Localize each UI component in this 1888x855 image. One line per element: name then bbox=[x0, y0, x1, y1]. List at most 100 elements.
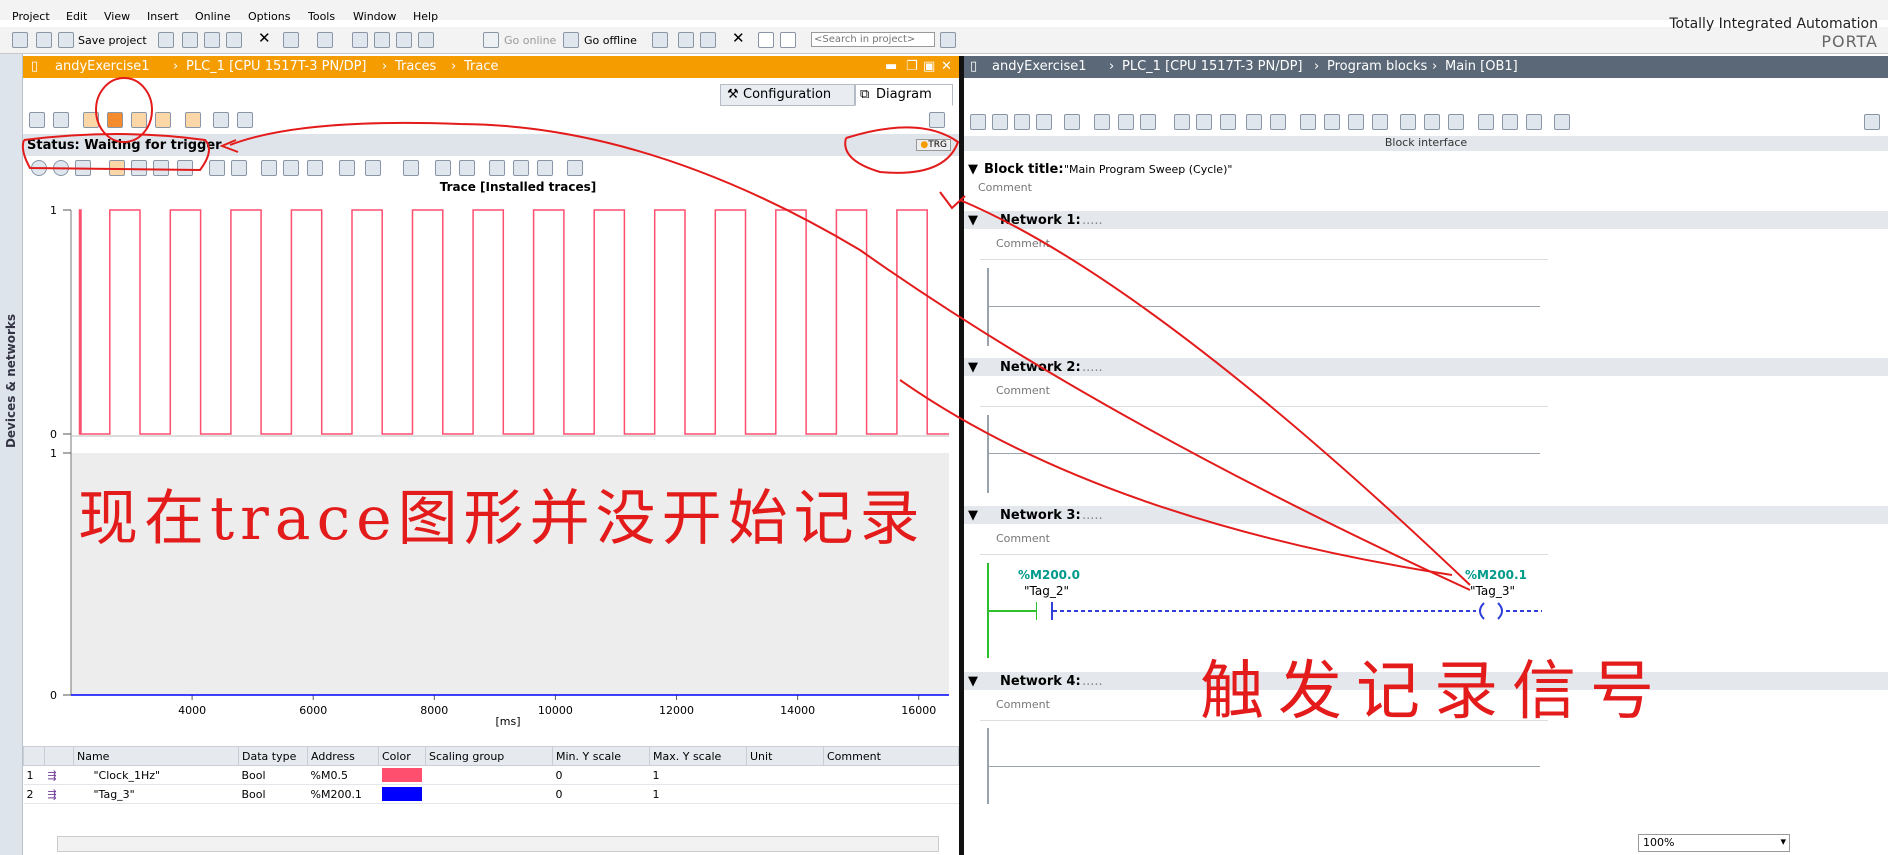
breadcrumb-program-blocks[interactable]: Program blocks bbox=[1327, 59, 1427, 74]
delete-icon[interactable]: ✕ bbox=[258, 29, 271, 47]
favorites-icon[interactable] bbox=[1270, 114, 1286, 130]
close-icon[interactable]: ✕ bbox=[732, 29, 745, 47]
paste-icon[interactable] bbox=[226, 32, 242, 48]
breadcrumb-traces[interactable]: Traces bbox=[395, 59, 436, 74]
ladder-rung-3[interactable] bbox=[1036, 600, 1556, 622]
coil-address[interactable]: %M200.1 bbox=[1465, 568, 1527, 582]
breadcrumb-main[interactable]: Main [OB1] bbox=[1445, 59, 1518, 74]
breadcrumb-project[interactable]: andyExercise1 bbox=[55, 59, 150, 74]
signal-scaling[interactable] bbox=[425, 784, 553, 804]
devices-networks-strip[interactable]: Devices & networks bbox=[0, 54, 23, 855]
cursor-vertical-icon[interactable] bbox=[435, 160, 451, 176]
network-4-comment[interactable]: Comment bbox=[996, 698, 1050, 711]
col-unit[interactable]: Unit bbox=[746, 746, 824, 766]
cursor-horizontal-icon[interactable] bbox=[459, 160, 475, 176]
print-icon[interactable] bbox=[158, 32, 174, 48]
coil-tag-name[interactable]: "Tag_3" bbox=[1470, 584, 1515, 598]
pan-hand-icon[interactable] bbox=[109, 160, 125, 176]
menu-help[interactable]: Help bbox=[413, 10, 438, 23]
add-measurement-icon[interactable] bbox=[213, 112, 229, 128]
copy-icon[interactable] bbox=[204, 32, 220, 48]
symbolic-icon[interactable] bbox=[1220, 114, 1236, 130]
col-min[interactable]: Min. Y scale bbox=[552, 746, 650, 766]
timescale-icon[interactable] bbox=[365, 160, 381, 176]
menu-window[interactable]: Window bbox=[353, 10, 396, 23]
network-1-header[interactable]: ▼ Network 1: ..... bbox=[964, 211, 1888, 229]
col-name[interactable]: Name bbox=[73, 746, 239, 766]
horizontal-scrollbar[interactable] bbox=[57, 836, 939, 852]
insert-branch-icon[interactable] bbox=[1014, 114, 1030, 130]
network-2-header[interactable]: ▼ Network 2: ..... bbox=[964, 358, 1888, 376]
coil-left-icon[interactable] bbox=[1479, 602, 1485, 620]
split-horizontal-icon[interactable] bbox=[758, 32, 774, 48]
restore-icon[interactable]: ❐ bbox=[906, 59, 918, 74]
network-list-icon[interactable] bbox=[1246, 114, 1262, 130]
add-measurement2-icon[interactable] bbox=[237, 112, 253, 128]
signal-type[interactable]: Bool bbox=[238, 765, 308, 785]
signal-scaling[interactable] bbox=[425, 765, 553, 785]
delete-network-icon[interactable] bbox=[992, 114, 1008, 130]
signal-min[interactable]: 0 bbox=[552, 784, 650, 804]
zoom-in-circle-icon[interactable] bbox=[53, 160, 69, 176]
vertical-zoom-icon[interactable] bbox=[177, 160, 193, 176]
tab-configuration[interactable]: ⚒ Configuration bbox=[720, 84, 855, 106]
menu-tools[interactable]: Tools bbox=[308, 10, 335, 23]
abs-operand-icon[interactable] bbox=[1196, 114, 1212, 130]
signal-max[interactable]: 1 bbox=[649, 765, 747, 785]
zoom-x-100-icon[interactable] bbox=[307, 160, 323, 176]
zoom-select[interactable]: 100% ▾ bbox=[1638, 834, 1790, 852]
collapse-icon[interactable]: ▼ bbox=[968, 508, 978, 523]
search-icon[interactable] bbox=[940, 32, 956, 48]
zoom-out-circle-icon[interactable] bbox=[31, 160, 47, 176]
zoom-in-icon[interactable] bbox=[209, 160, 225, 176]
simulation-icon[interactable] bbox=[418, 32, 434, 48]
signal-name[interactable]: "Clock_1Hz" bbox=[73, 765, 239, 785]
pin-icon[interactable]: ▯ bbox=[31, 59, 38, 74]
signal-address[interactable]: %M0.5 bbox=[307, 765, 379, 785]
accessible-devices-icon[interactable] bbox=[652, 32, 668, 48]
contact-tag-name[interactable]: "Tag_2" bbox=[1024, 584, 1069, 598]
activate-recording-icon[interactable] bbox=[83, 112, 99, 128]
tab-diagram[interactable]: ⧉ Diagram bbox=[855, 84, 953, 106]
split-vertical-icon[interactable] bbox=[780, 32, 796, 48]
minimize-icon[interactable]: ▬ bbox=[885, 59, 897, 74]
menu-project[interactable]: Project bbox=[12, 10, 50, 23]
collapse-icon[interactable]: ▼ bbox=[968, 162, 978, 177]
close-editor-icon[interactable]: ✕ bbox=[941, 59, 952, 74]
col-max[interactable]: Max. Y scale bbox=[649, 746, 747, 766]
monitor-icon[interactable] bbox=[1478, 114, 1494, 130]
signal-type[interactable]: Bool bbox=[238, 784, 308, 804]
col-datatype[interactable]: Data type bbox=[238, 746, 308, 766]
menu-online[interactable]: Online bbox=[195, 10, 230, 23]
transfer-to-device-icon[interactable] bbox=[29, 112, 45, 128]
save-icon[interactable] bbox=[58, 32, 74, 48]
monitor-on-icon[interactable] bbox=[131, 112, 147, 128]
go-to-icon[interactable] bbox=[1300, 114, 1316, 130]
undo-icon[interactable] bbox=[283, 32, 299, 48]
coil-icon[interactable] bbox=[1094, 114, 1110, 130]
call-hierarchy-icon[interactable] bbox=[1400, 114, 1416, 130]
signal-comment[interactable] bbox=[823, 765, 959, 785]
insert-network-icon[interactable] bbox=[970, 114, 986, 130]
network-3-comment[interactable]: Comment bbox=[996, 532, 1050, 545]
menu-insert[interactable]: Insert bbox=[147, 10, 179, 23]
redo-icon[interactable] bbox=[317, 32, 333, 48]
collapse-icon[interactable]: ▼ bbox=[968, 360, 978, 375]
open-project-icon[interactable] bbox=[36, 32, 52, 48]
breadcrumb-plc[interactable]: PLC_1 [CPU 1517T-3 PN/DP] bbox=[1122, 59, 1303, 74]
collapse-icon[interactable]: ▼ bbox=[968, 674, 978, 689]
uncomment-icon[interactable] bbox=[1372, 114, 1388, 130]
compare-icon[interactable] bbox=[1554, 114, 1570, 130]
box-icon[interactable] bbox=[1118, 114, 1134, 130]
signal-unit[interactable] bbox=[746, 784, 824, 804]
new-project-icon[interactable] bbox=[12, 32, 28, 48]
load-from-device-icon[interactable] bbox=[53, 112, 69, 128]
chart-type-icon[interactable] bbox=[403, 160, 419, 176]
menu-edit[interactable]: Edit bbox=[66, 10, 87, 23]
fit-icon[interactable] bbox=[339, 160, 355, 176]
cut-icon[interactable] bbox=[182, 32, 198, 48]
col-color[interactable]: Color bbox=[378, 746, 426, 766]
align-left-icon[interactable] bbox=[489, 160, 505, 176]
block-comment[interactable]: Comment bbox=[978, 181, 1032, 194]
color-swatch[interactable] bbox=[381, 768, 422, 782]
